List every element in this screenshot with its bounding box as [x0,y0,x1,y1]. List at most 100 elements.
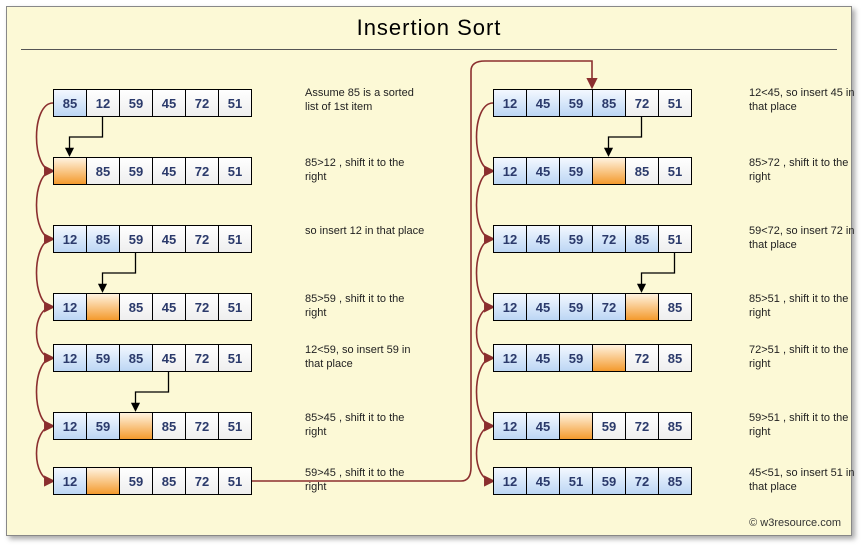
step-caption: 59>51 , shift it to the right [749,412,862,440]
cell: 85 [53,89,87,117]
cell: 45 [152,293,186,321]
array-row: 12 59857251 [53,467,252,495]
cell: 12 [493,225,527,253]
cell: 12 [493,89,527,117]
cell: 45 [526,225,560,253]
cell: 45 [152,344,186,372]
credit-text: © w3resource.com [749,517,841,529]
cell: 72 [625,344,659,372]
cell: 12 [493,344,527,372]
cell: 51 [218,467,252,495]
diagram-frame: Insertion Sort 851259457251Assume 85 is … [6,6,852,536]
cell: 59 [119,225,153,253]
cell: 72 [592,293,626,321]
step-caption: 72>51 , shift it to the right [749,344,862,372]
cell: 12 [493,412,527,440]
cell: 12 [53,225,87,253]
cell: 72 [185,467,219,495]
cell: 12 [493,157,527,185]
cell-gap [86,293,120,321]
cell: 45 [526,89,560,117]
cell: 59 [119,89,153,117]
cell: 59 [559,89,593,117]
cell: 59 [559,293,593,321]
step-caption: Assume 85 is a sorted list of 1st item [305,87,425,115]
cell: 72 [625,89,659,117]
cell: 59 [592,412,626,440]
step-caption: 45<51, so insert 51 in that place [749,467,862,495]
array-row: 851259457251 [53,89,252,117]
cell: 59 [86,412,120,440]
cell-gap [592,157,626,185]
cell: 51 [658,89,692,117]
cell: 51 [218,225,252,253]
cell: 59 [559,344,593,372]
step-caption: 85>45 , shift it to the right [305,412,425,440]
cell: 85 [625,157,659,185]
cell: 51 [658,157,692,185]
cell-gap [53,157,87,185]
step-caption: so insert 12 in that place [305,225,425,239]
cell: 72 [625,412,659,440]
cell: 85 [119,293,153,321]
cell: 72 [185,344,219,372]
cell: 72 [185,225,219,253]
title-rule [21,49,837,50]
array-row: 124559 8551 [493,157,692,185]
array-row: 1245597285 [493,293,692,321]
cell-gap [592,344,626,372]
cell: 85 [86,157,120,185]
cell: 51 [559,467,593,495]
cell: 85 [625,225,659,253]
cell: 85 [658,467,692,495]
array-row: 8559457251 [53,157,252,185]
cell: 12 [86,89,120,117]
cell-gap [119,412,153,440]
step-caption: 85>72 , shift it to the right [749,157,862,185]
cell: 51 [218,293,252,321]
cell: 85 [658,412,692,440]
array-row: 124551597285 [493,467,692,495]
cell: 45 [526,412,560,440]
cell: 72 [625,467,659,495]
cell: 59 [559,225,593,253]
cell: 51 [218,344,252,372]
array-row: 125985457251 [53,344,252,372]
cell-gap [559,412,593,440]
step-caption: 85>51 , shift it to the right [749,293,862,321]
cell: 72 [185,293,219,321]
cell: 12 [53,293,87,321]
cell: 72 [185,157,219,185]
cell: 85 [152,467,186,495]
cell: 59 [119,467,153,495]
cell: 51 [218,412,252,440]
array-row: 1245 597285 [493,412,692,440]
cell: 45 [152,157,186,185]
cell: 45 [152,89,186,117]
cell: 72 [592,225,626,253]
array-row: 1259857251 [53,412,252,440]
array-row: 128559457251 [53,225,252,253]
cell: 51 [218,89,252,117]
cell: 59 [559,157,593,185]
step-caption: 12<59, so insert 59 in that place [305,344,425,372]
step-caption: 85>12 , shift it to the right [305,157,425,185]
cell: 85 [119,344,153,372]
array-row: 1245597285 [493,344,692,372]
arrow-layer [7,7,851,535]
cell: 59 [86,344,120,372]
cell: 45 [526,293,560,321]
diagram-title: Insertion Sort [7,15,851,41]
cell: 45 [152,225,186,253]
cell: 85 [658,293,692,321]
cell: 45 [526,344,560,372]
cell: 12 [53,467,87,495]
cell: 72 [185,89,219,117]
cell-gap [625,293,659,321]
step-caption: 85>59 , shift it to the right [305,293,425,321]
step-caption: 12<45, so insert 45 in that place [749,87,862,115]
cell: 85 [592,89,626,117]
array-row: 124559728551 [493,225,692,253]
cell: 12 [53,412,87,440]
cell: 45 [526,157,560,185]
